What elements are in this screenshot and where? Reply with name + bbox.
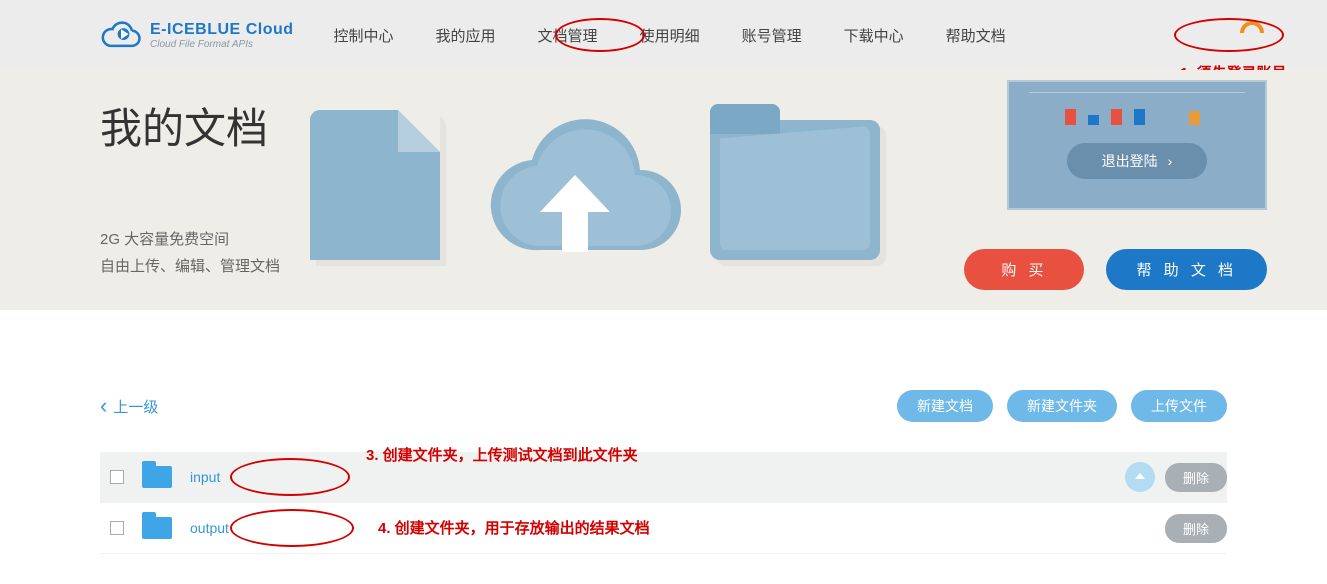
help-doc-button[interactable]: 帮 助 文 档	[1106, 249, 1267, 290]
back-link[interactable]: ‹ 上一级	[100, 396, 158, 417]
top-header: E-ICEBLUE Cloud Cloud File Format APIs 控…	[0, 0, 1327, 70]
annotation-text-row2: 4. 创建文件夹，用于存放输出的结果文档	[378, 517, 650, 538]
nav-my-apps[interactable]: 我的应用	[436, 25, 496, 46]
mini-chart-icon	[1065, 99, 1255, 125]
annotation-text-row1: 3. 创建文件夹，上传测试文档到此文件夹	[366, 444, 638, 465]
annotation-ellipse-row1	[230, 458, 350, 496]
buy-button[interactable]: 购 买	[964, 249, 1084, 290]
file-toolbar: ‹ 上一级 新建文档 新建文件夹 上传文件	[100, 390, 1227, 422]
annotation-ellipse-row2	[230, 509, 354, 547]
nav-account[interactable]: 账号管理	[742, 25, 802, 46]
hero-banner: 我的文档 2G 大容量免费空间 自由上传、编辑、管理文档	[0, 70, 1327, 310]
row-checkbox[interactable]	[110, 470, 124, 484]
folder-icon	[710, 120, 880, 260]
cloud-logo-icon	[100, 19, 142, 51]
user-avatar[interactable]	[1237, 18, 1267, 51]
new-folder-button[interactable]: 新建文件夹	[1007, 390, 1117, 422]
brand-logo[interactable]: E-ICEBLUE Cloud Cloud File Format APIs	[100, 19, 294, 51]
nav-control-center[interactable]: 控制中心	[334, 25, 394, 46]
delete-button[interactable]: 删除	[1165, 514, 1227, 543]
user-panel: 退出登陆 ›	[1007, 80, 1267, 210]
brand-subtitle: Cloud File Format APIs	[150, 39, 294, 50]
new-document-button[interactable]: 新建文档	[897, 390, 993, 422]
file-manager: ‹ 上一级 新建文档 新建文件夹 上传文件 input 3. 创建文件夹，上传测…	[0, 310, 1327, 584]
move-up-button[interactable]	[1125, 462, 1155, 492]
nav-usage[interactable]: 使用明细	[640, 25, 700, 46]
cloud-upload-icon	[460, 100, 690, 260]
delete-button[interactable]: 删除	[1165, 463, 1227, 492]
file-row[interactable]: input 3. 创建文件夹，上传测试文档到此文件夹 删除	[100, 452, 1227, 503]
chevron-left-icon: ‹	[100, 399, 107, 413]
nav-doc-manage[interactable]: 文档管理	[538, 25, 598, 46]
chevron-right-icon: ›	[1168, 153, 1173, 169]
row-checkbox[interactable]	[110, 521, 124, 535]
file-row[interactable]: output 4. 创建文件夹，用于存放输出的结果文档 删除	[100, 503, 1227, 554]
main-nav: 控制中心 我的应用 文档管理 使用明细 账号管理 下载中心 帮助文档	[334, 25, 1006, 46]
nav-downloads[interactable]: 下载中心	[844, 25, 904, 46]
hero-action-buttons: 购 买 帮 助 文 档	[964, 249, 1267, 290]
file-name[interactable]: output	[190, 520, 229, 536]
nav-help[interactable]: 帮助文档	[946, 25, 1006, 46]
file-name[interactable]: input	[190, 469, 220, 485]
file-icon	[310, 110, 440, 260]
folder-icon	[142, 517, 172, 539]
upload-file-button[interactable]: 上传文件	[1131, 390, 1227, 422]
hero-illustration	[310, 100, 880, 260]
logout-button[interactable]: 退出登陆 ›	[1067, 143, 1207, 179]
brand-text: E-ICEBLUE Cloud	[150, 21, 294, 39]
folder-icon	[142, 466, 172, 488]
